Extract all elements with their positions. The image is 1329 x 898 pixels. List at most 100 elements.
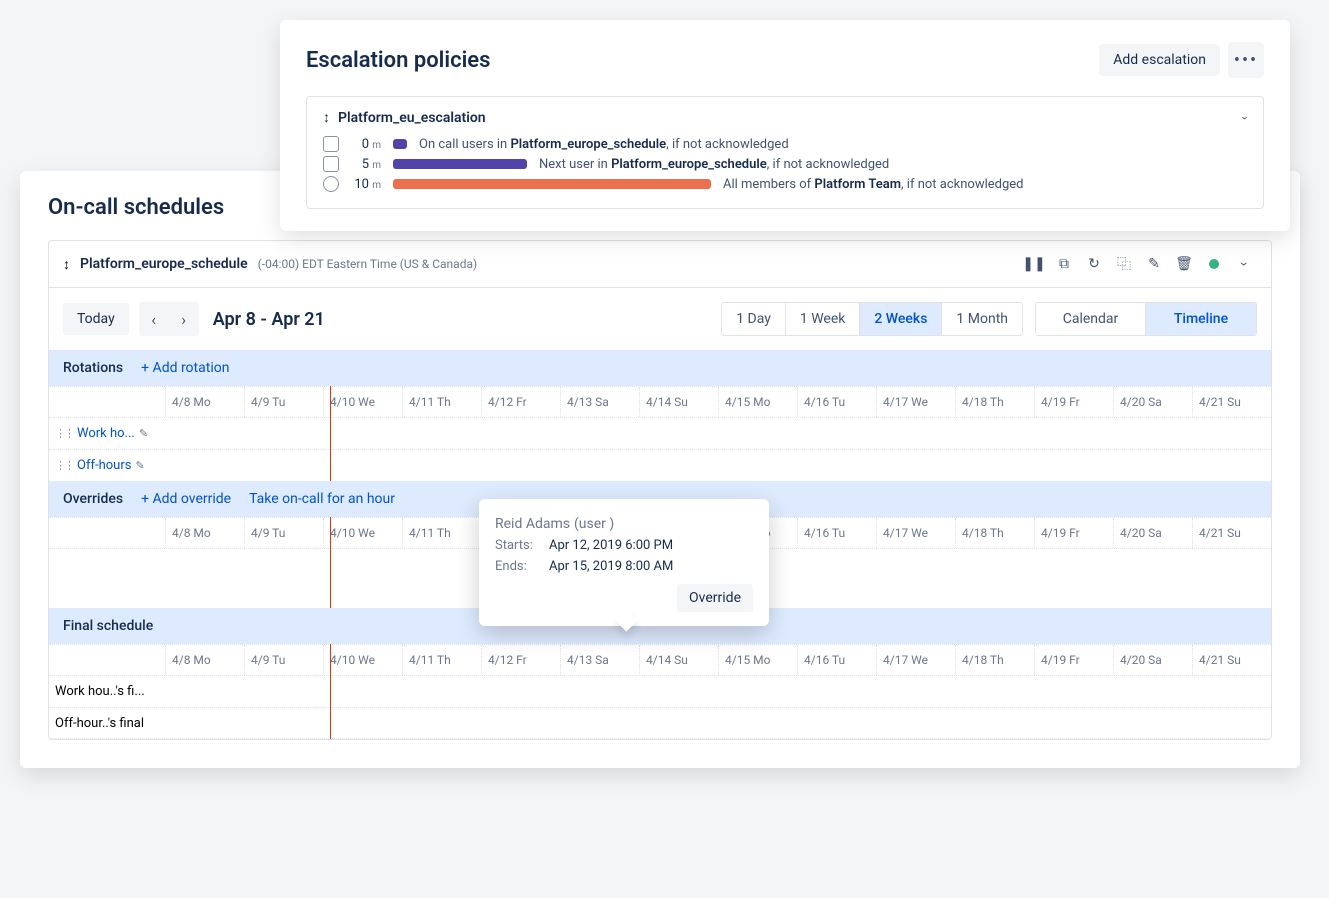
day-header: 4/8 Mo [165, 387, 244, 417]
step-text: On call users in Platform_europe_schedul… [419, 137, 1247, 152]
refresh-icon[interactable]: ↻ [1081, 251, 1107, 277]
tooltip-user-role: (user ) [574, 516, 614, 532]
row-label-text: Off-hours [77, 458, 131, 473]
step-icon [323, 156, 339, 172]
timeline-controls: Today ‹ › Apr 8 - Apr 21 1 Day1 Week2 We… [49, 288, 1271, 350]
range-option-1week[interactable]: 1 Week [786, 303, 861, 335]
final-work-row: Work hou..'s fi... [49, 675, 1271, 707]
controls-left: Today ‹ › Apr 8 - Apr 21 [63, 302, 325, 336]
day-header: 4/15 Mo [718, 387, 797, 417]
day-header: 4/17 We [876, 387, 955, 417]
escalation-step: 0 m On call users in Platform_europe_sch… [323, 136, 1247, 152]
day-header: 4/11 Th [402, 645, 481, 675]
work-hours-row: ⋮⋮ Work ho... ✎ [49, 417, 1271, 449]
day-header: 4/11 Th [402, 518, 481, 548]
day-header: 4/17 We [876, 518, 955, 548]
edit-icon[interactable]: ✎ [135, 459, 144, 472]
drag-icon[interactable]: ↕ [63, 256, 70, 273]
add-override-link[interactable]: + Add override [141, 491, 231, 507]
step-icon [323, 136, 339, 152]
day-header: 4/13 Sa [560, 387, 639, 417]
day-header: 4/18 Th [955, 645, 1034, 675]
work-hours-label[interactable]: ⋮⋮ Work ho... ✎ [49, 422, 165, 445]
policy-header[interactable]: ↕ Platform_eu_escalation › [323, 109, 1247, 126]
rotations-days-header: 4/8 Mo4/9 Tu4/10 We4/11 Th4/12 Fr4/13 Sa… [49, 386, 1271, 417]
edit-icon[interactable]: ✎ [1141, 251, 1167, 277]
day-header: 4/12 Fr [481, 645, 560, 675]
range-option-1month[interactable]: 1 Month [942, 303, 1022, 335]
range-option-1day[interactable]: 1 Day [722, 303, 786, 335]
duplicate-icon[interactable]: ⿻ [1111, 251, 1137, 277]
tooltip-starts-value: Apr 12, 2019 6:00 PM [549, 538, 673, 553]
policy-name: ↕ Platform_eu_escalation [323, 109, 486, 126]
day-header: 4/21 Su [1192, 518, 1271, 548]
off-hours-label[interactable]: ⋮⋮ Off-hours ✎ [49, 454, 165, 477]
policy-name-text: Platform_eu_escalation [338, 110, 486, 126]
view-option-timeline[interactable]: Timeline [1146, 303, 1256, 335]
view-option-calendar[interactable]: Calendar [1036, 303, 1146, 335]
escalation-policies-card: Escalation policies Add escalation ••• ↕… [280, 20, 1290, 231]
copy-icon[interactable]: ⧉ [1051, 251, 1077, 277]
final-work-label: Work hou..'s fi... [49, 680, 165, 703]
day-header: 4/14 Su [639, 387, 718, 417]
pause-icon[interactable]: ❚❚ [1021, 251, 1047, 277]
step-time: 10 m [351, 177, 381, 192]
view-segment: CalendarTimeline [1035, 302, 1257, 336]
day-header: 4/8 Mo [165, 518, 244, 548]
tooltip-starts-label: Starts: [495, 538, 539, 553]
step-text: Next user in Platform_europe_schedule, i… [539, 157, 1247, 172]
range-option-2weeks[interactable]: 2 Weeks [860, 303, 942, 335]
date-range: Apr 8 - Apr 21 [213, 309, 325, 330]
status-dot [1201, 251, 1227, 277]
tooltip-title: Reid Adams (user ) [495, 513, 753, 532]
schedule-toolbar: ❚❚ ⧉ ↻ ⿻ ✎ 🗑 › [1021, 251, 1257, 277]
step-bar [393, 139, 407, 149]
timezone-label: (-04:00) EDT Eastern Time (US & Canada) [258, 257, 478, 271]
schedule-head-left: ↕ Platform_europe_schedule (-04:00) EDT … [63, 256, 477, 273]
step-time: 5 m [351, 157, 381, 172]
shift-tooltip: Reid Adams (user ) Starts: Apr 12, 2019 … [479, 499, 769, 626]
tooltip-ends-value: Apr 15, 2019 8:00 AM [549, 559, 673, 574]
grip-icon: ⋮⋮ [55, 427, 73, 440]
add-escalation-button[interactable]: Add escalation [1099, 44, 1220, 76]
final-off-row: Off-hour..'s final [49, 707, 1271, 739]
day-header: 4/19 Fr [1034, 645, 1113, 675]
day-header: 4/9 Tu [244, 387, 323, 417]
delete-icon[interactable]: 🗑 [1171, 251, 1197, 277]
day-header: 4/8 Mo [165, 645, 244, 675]
step-text: All members of Platform Team, if not ack… [723, 177, 1247, 192]
chevron-down-icon[interactable]: › [1238, 116, 1252, 120]
prev-button[interactable]: ‹ [139, 302, 169, 336]
escalation-step: 5 m Next user in Platform_europe_schedul… [323, 156, 1247, 172]
chevron-down-icon[interactable]: › [1231, 251, 1257, 277]
edit-icon[interactable]: ✎ [139, 427, 148, 440]
day-header: 4/20 Sa [1113, 518, 1192, 548]
day-header: 4/21 Su [1192, 645, 1271, 675]
step-time: 0 m [351, 137, 381, 152]
override-button[interactable]: Override [677, 584, 753, 612]
day-header: 4/21 Su [1192, 387, 1271, 417]
now-indicator [330, 644, 331, 739]
day-header: 4/15 Mo [718, 645, 797, 675]
escalation-header: Escalation policies Add escalation ••• [306, 42, 1264, 78]
tooltip-ends-label: Ends: [495, 559, 539, 574]
schedule-head: ↕ Platform_europe_schedule (-04:00) EDT … [49, 241, 1271, 288]
schedule-name: Platform_europe_schedule [80, 256, 248, 272]
next-button[interactable]: › [169, 302, 199, 336]
final-days-header: 4/8 Mo4/9 Tu4/10 We4/11 Th4/12 Fr4/13 Sa… [49, 644, 1271, 675]
schedule-inner: ↕ Platform_europe_schedule (-04:00) EDT … [48, 240, 1272, 740]
day-header: 4/10 We [323, 518, 402, 548]
drag-icon: ↕ [323, 109, 330, 126]
controls-right: 1 Day1 Week2 Weeks1 Month CalendarTimeli… [721, 302, 1257, 336]
final-off-label: Off-hour..'s final [49, 712, 165, 735]
day-header: 4/20 Sa [1113, 645, 1192, 675]
row-label-text: Work ho... [77, 426, 135, 441]
add-rotation-link[interactable]: + Add rotation [141, 360, 229, 376]
take-oncall-link[interactable]: Take on-call for an hour [249, 491, 395, 507]
rotations-section-bar: Rotations + Add rotation [49, 350, 1271, 386]
today-button[interactable]: Today [63, 303, 129, 335]
rotations-label: Rotations [63, 360, 123, 376]
more-menu-button[interactable]: ••• [1228, 42, 1264, 78]
now-indicator [330, 386, 331, 481]
overrides-grid: 4/8 Mo4/9 Tu4/10 We4/11 Th4/12 Fr4/13 Sa… [49, 517, 1271, 608]
